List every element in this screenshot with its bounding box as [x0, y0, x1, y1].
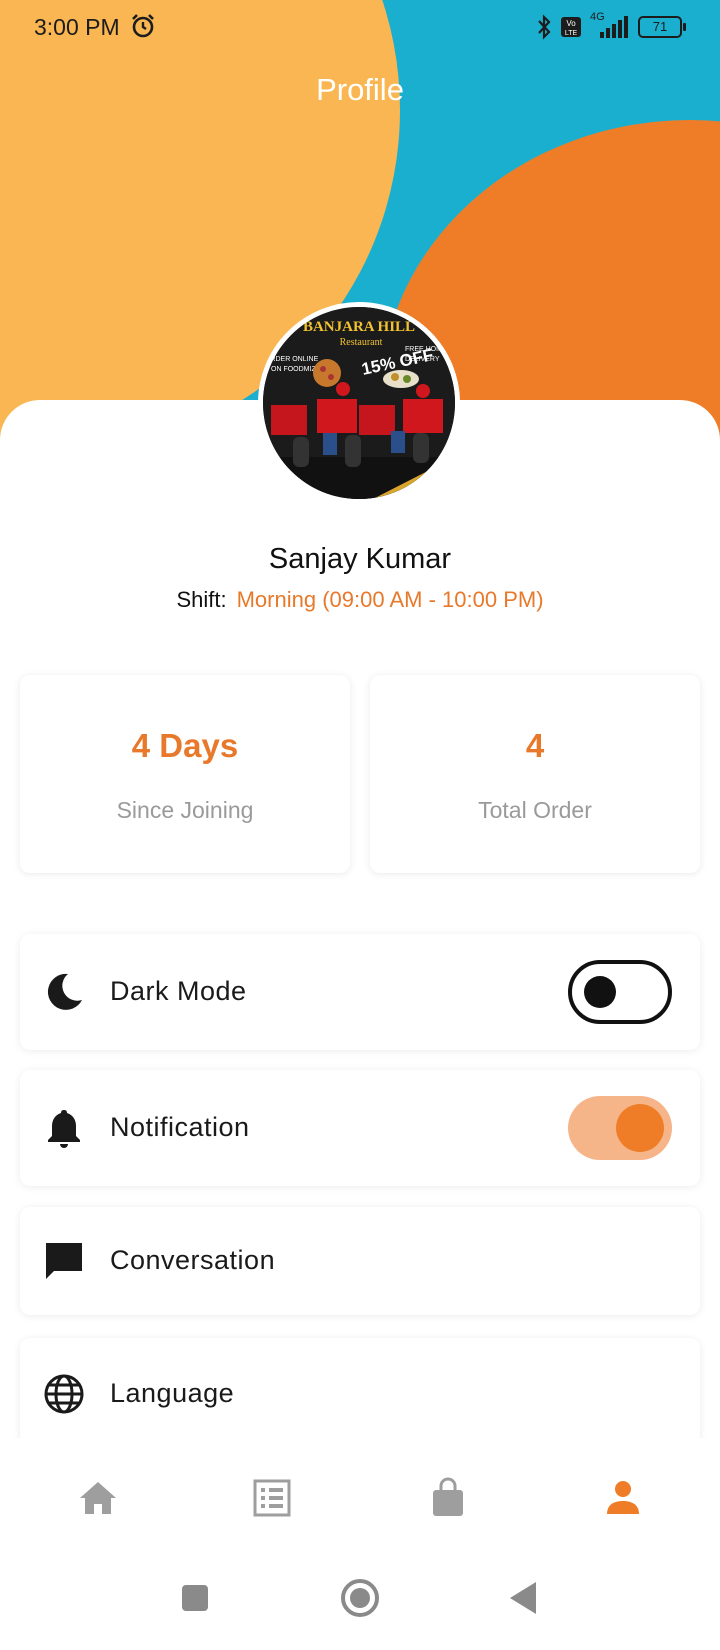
page-title: Profile: [316, 72, 404, 107]
avatar-restaurant-sub: Restaurant: [340, 337, 383, 348]
restaurant-banner-image: BANJARA HILL Restaurant ORDER ONLINE ON …: [263, 307, 455, 499]
status-time: 3:00 PM: [34, 14, 120, 40]
setting-row-notification[interactable]: Notification: [20, 1070, 700, 1186]
avatar-order-text: ORDER ONLINE: [265, 356, 319, 363]
home-system-button[interactable]: [340, 1578, 380, 1618]
setting-label: Language: [110, 1378, 235, 1408]
toggle-knob: [584, 976, 616, 1008]
shift-info: Shift: Morning (09:00 AM - 10:00 PM): [0, 587, 720, 613]
volte-icon: Vo LTE: [561, 17, 581, 37]
signal-icon: [600, 16, 628, 38]
setting-row-dark-mode[interactable]: Dark Mode: [20, 934, 700, 1050]
status-icons: Vo LTE 4G 71: [536, 11, 686, 40]
dark-mode-toggle[interactable]: [568, 960, 672, 1024]
setting-row-conversation[interactable]: Conversation: [20, 1207, 700, 1315]
shift-label: Shift:: [176, 587, 227, 612]
recent-apps-button[interactable]: [181, 1584, 209, 1612]
setting-label: Notification: [110, 1112, 250, 1142]
user-name: Sanjay Kumar: [268, 543, 452, 575]
setting-label: Conversation: [110, 1245, 276, 1275]
svg-text:Vo: Vo: [566, 19, 576, 28]
setting-label: Dark Mode: [110, 976, 247, 1006]
person-icon[interactable]: [601, 1476, 645, 1520]
status-bar: 3:00 PM Vo LTE 4G 71: [0, 0, 720, 56]
bluetooth-icon: [538, 14, 551, 40]
chat-icon: [46, 1243, 82, 1279]
battery-level: 71: [652, 19, 668, 34]
stat-card-orders: 4 Total Order: [370, 675, 700, 873]
battery-icon: 71: [638, 16, 686, 38]
home-icon[interactable]: [76, 1476, 120, 1520]
avatar[interactable]: BANJARA HILL Restaurant ORDER ONLINE ON …: [258, 302, 460, 504]
stat-value: 4: [525, 727, 545, 764]
moon-icon: [47, 973, 82, 1010]
system-navigation-bar: [0, 1558, 720, 1650]
toggle-knob: [616, 1104, 664, 1152]
shift-value: Morning (09:00 AM - 10:00 PM): [236, 587, 544, 612]
stat-value: 4 Days: [131, 727, 239, 764]
stat-label: Since Joining: [116, 797, 254, 823]
avatar-restaurant-text: BANJARA HILL: [303, 319, 415, 335]
alarm-icon: [132, 14, 154, 38]
setting-row-language[interactable]: Language: [20, 1338, 700, 1450]
globe-icon: [44, 1374, 84, 1414]
svg-text:LTE: LTE: [565, 30, 578, 37]
bottom-navigation: [0, 1438, 720, 1558]
bell-icon: [48, 1110, 80, 1148]
notification-toggle[interactable]: [568, 1096, 672, 1160]
stat-label: Total Order: [478, 797, 592, 823]
back-button[interactable]: [508, 1580, 538, 1616]
signal-indicator: 4G: [590, 11, 630, 40]
list-icon[interactable]: [250, 1476, 294, 1520]
stat-card-joining: 4 Days Since Joining: [20, 675, 350, 873]
shopping-bag-icon[interactable]: [426, 1476, 470, 1520]
